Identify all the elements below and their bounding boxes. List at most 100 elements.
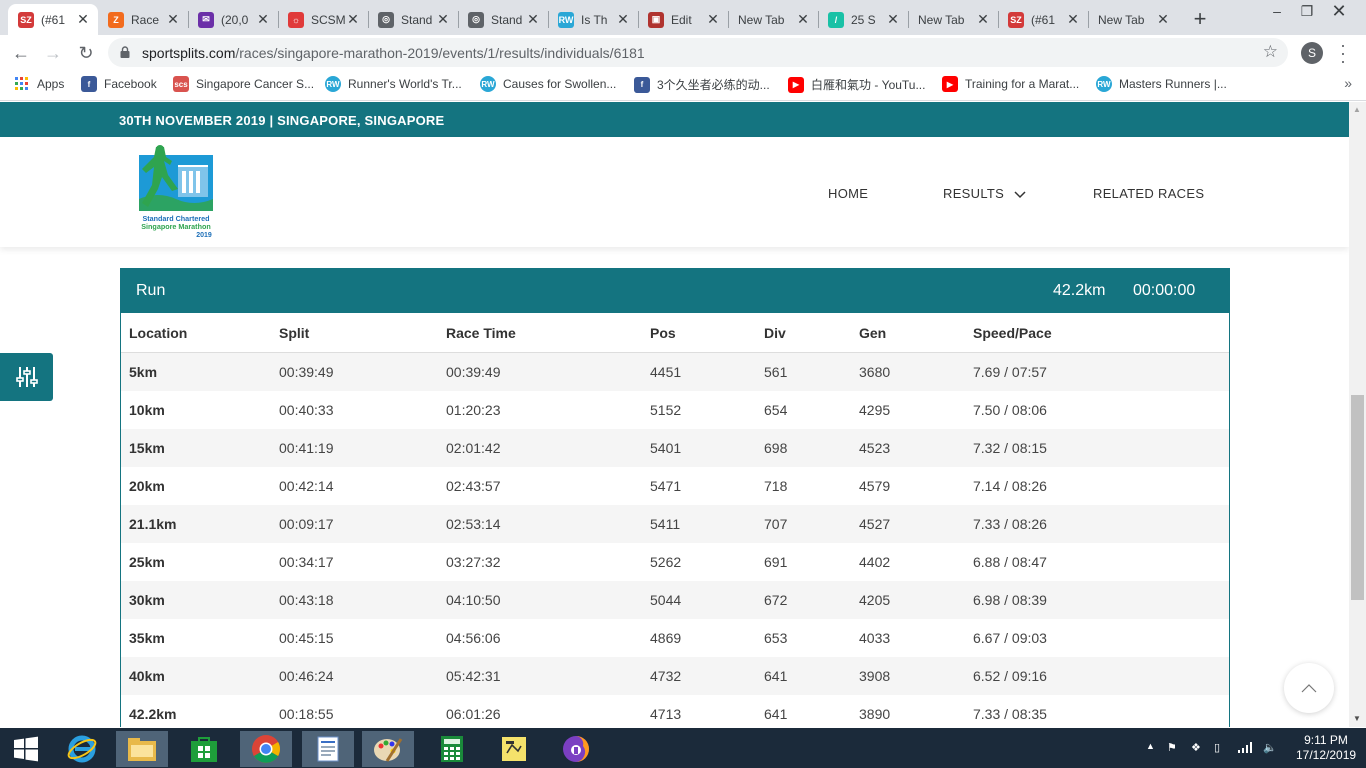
tray-expand-icon[interactable]: ▲ [1146,741,1155,751]
bookmark-label: Facebook [104,77,157,91]
bookmark-item[interactable]: scs Singapore Cancer S... [173,76,314,92]
browser-tab[interactable]: New Tab ✕ [908,4,998,35]
tab-close-icon[interactable]: ✕ [346,11,360,28]
tab-close-icon[interactable]: ✕ [76,11,90,28]
chevron-down-icon [1014,191,1026,198]
bookmark-label: 白雁和氣功 - YouTu... [811,78,926,92]
filter-settings-button[interactable] [0,353,53,401]
new-tab-button[interactable]: + [1188,6,1212,32]
scrollbar-thumb[interactable] [1351,395,1364,600]
logo-text-2: Singapore Marathon [141,222,211,231]
page-scrollbar[interactable]: ▲ ▼ [1349,102,1366,727]
cell-split: 00:42:14 [279,478,334,494]
tab-close-icon[interactable]: ✕ [256,11,270,28]
tab-close-icon[interactable]: ✕ [886,11,900,28]
scroll-down-arrow[interactable]: ▼ [1353,714,1361,723]
tab-close-icon[interactable]: ✕ [616,11,630,28]
tab-close-icon[interactable]: ✕ [1156,11,1170,28]
cell-div: 672 [764,592,788,608]
profile-avatar[interactable]: S [1301,42,1323,64]
start-button[interactable] [0,731,52,767]
tab-close-icon[interactable]: ✕ [526,11,540,28]
file-explorer-icon[interactable] [116,731,168,767]
bookmark-item[interactable]: Apps [14,76,64,92]
table-row: 25km 00:34:17 03:27:32 5262 691 4402 6.88 / 08… [121,543,1229,581]
calculator-icon[interactable] [426,731,478,767]
tab-favicon-icon: ✉ [198,11,214,28]
paint-icon[interactable] [362,731,414,767]
browser-tab[interactable]: Z Race ✕ [98,4,188,35]
bookmark-item[interactable]: RW Causes for Swollen... [480,76,616,92]
bookmark-item[interactable]: RW Runner's World's Tr... [325,76,462,92]
bookmark-label: Causes for Swollen... [503,77,617,91]
browser-tab[interactable]: SZ (#61 ✕ [8,4,98,35]
cell-split: 00:46:24 [279,668,334,684]
bookmark-star-icon[interactable]: ☆ [1263,42,1278,62]
reload-button[interactable]: ↻ [73,40,99,66]
scroll-up-arrow[interactable]: ▲ [1353,105,1361,114]
bookmark-item[interactable]: f 3个久坐者必练的动... [634,76,770,93]
column-header-speed-pace: Speed/Pace [973,325,1052,341]
cell-gen: 4579 [859,478,891,494]
tab-title: SCSM [311,12,346,27]
cell-race-time: 02:43:57 [446,478,501,494]
tab-title: New Tab [738,12,785,27]
firefox-icon[interactable] [550,731,602,767]
browser-tab[interactable]: / 25 S ✕ [818,4,908,35]
cell-speed-pace: 7.14 / 08:26 [973,478,1047,494]
cell-speed-pace: 6.52 / 09:16 [973,668,1047,684]
browser-tab[interactable]: ☼ SCSM ✕ [278,4,368,35]
tab-close-icon[interactable]: ✕ [976,11,990,28]
bookmark-item[interactable]: f Facebook [81,76,157,92]
address-bar[interactable]: sportsplits.com/races/singapore-marathon… [108,38,1288,67]
dropbox-icon[interactable]: ❖ [1191,741,1201,754]
bookmark-item[interactable]: ▶ Training for a Marat... [942,76,1079,92]
chrome-icon[interactable] [240,731,292,767]
network-icon[interactable] [1238,741,1254,756]
browser-tab[interactable]: ▣ Edit ✕ [638,4,728,35]
nav-related-races[interactable]: RELATED RACES [1093,186,1204,201]
browser-tab[interactable]: New Tab ✕ [1088,4,1178,35]
browser-tab[interactable]: SZ (#61 ✕ [998,4,1088,35]
bookmark-item[interactable]: ▶ 白雁和氣功 - YouTu... [788,76,925,93]
nav-results[interactable]: RESULTS [943,186,1026,201]
close-window-button[interactable]: ✕ [1316,2,1362,30]
tab-close-icon[interactable]: ✕ [1066,11,1080,28]
tab-close-icon[interactable]: ✕ [166,11,180,28]
cell-race-time: 04:10:50 [446,592,501,608]
sticky-notes-icon[interactable] [488,731,540,767]
cell-pos: 4451 [650,364,682,380]
browser-tab[interactable]: ◎ Stand ✕ [458,4,548,35]
back-button[interactable]: ← [8,40,34,66]
nav-home[interactable]: HOME [828,186,868,201]
browser-tab[interactable]: ✉ (20,0 ✕ [188,4,278,35]
tab-title: Race [131,12,160,27]
browser-tab[interactable]: RW Is Th ✕ [548,4,638,35]
tab-close-icon[interactable]: ✕ [436,11,450,28]
bookmarks-overflow-icon[interactable]: » [1344,75,1352,91]
cell-location: 40km [129,668,165,684]
tab-separator [548,11,549,28]
tab-close-icon[interactable]: ✕ [706,11,720,28]
forward-button[interactable]: → [40,40,66,66]
cell-split: 00:40:33 [279,402,334,418]
internet-explorer-icon[interactable] [56,731,108,767]
back-to-top-button[interactable] [1284,663,1334,713]
cell-gen: 3908 [859,668,891,684]
browser-tab[interactable]: New Tab ✕ [728,4,818,35]
browser-menu-icon[interactable]: · · · [1338,36,1348,70]
system-clock[interactable]: 9:11 PM 17/12/2019 [1296,733,1356,763]
browser-tab[interactable]: ◎ Stand ✕ [368,4,458,35]
tab-separator [1088,11,1089,28]
bookmark-favicon-icon: f [634,76,650,93]
store-icon[interactable] [178,731,230,767]
bookmark-item[interactable]: RW Masters Runners |... [1096,76,1227,92]
action-center-flag-icon[interactable]: ⚑ [1167,741,1177,754]
cell-split: 00:45:15 [279,630,334,646]
marathon-logo[interactable]: Standard Chartered Singapore Marathon 20… [138,145,214,241]
wordpad-icon[interactable] [302,731,354,767]
tab-close-icon[interactable]: ✕ [796,11,810,28]
battery-icon[interactable]: ▯ [1214,741,1220,754]
cell-speed-pace: 7.33 / 08:26 [973,516,1047,532]
volume-icon[interactable]: 🔈 [1263,741,1277,754]
